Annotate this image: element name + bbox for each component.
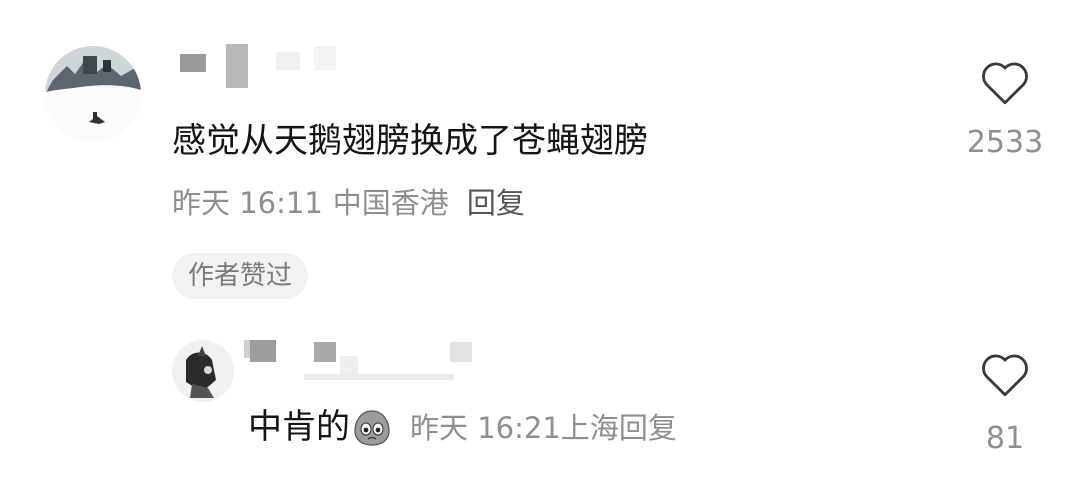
like-count: 2533 — [966, 125, 1044, 160]
heart-outline-icon[interactable] — [978, 350, 1032, 398]
comment-item: 中肯的 昨天 16:21上海回复 81 — [0, 320, 1080, 486]
comment-text: 感觉从天鹅翅膀换成了苍蝇翅膀 — [172, 121, 648, 161]
comment-location: 中国香港 — [332, 186, 449, 220]
heart-outline-icon[interactable] — [978, 58, 1032, 106]
avatar-image — [172, 340, 234, 402]
reply-content-row: 中肯的 昨天 16:21上海回复 — [248, 409, 677, 457]
avatar[interactable] — [172, 340, 234, 402]
comment-text: 中肯的 — [248, 407, 350, 447]
sob-face-emoji — [352, 409, 392, 451]
comment-time: 昨天 16:21 — [410, 411, 561, 445]
avatar-image — [45, 46, 141, 142]
comment-time: 昨天 16:11 — [172, 186, 323, 220]
comment-meta: 昨天 16:11 中国香港 回复 — [172, 189, 525, 218]
like-button[interactable]: 81 — [955, 350, 1055, 460]
avatar[interactable] — [45, 46, 141, 142]
like-count: 81 — [985, 421, 1025, 456]
like-button[interactable]: 2533 — [955, 58, 1055, 163]
comment-item: 感觉从天鹅翅膀换成了苍蝇翅膀 昨天 16:11 中国香港 回复 作者赞过 2533 — [0, 0, 1080, 320]
comment-location: 上海 — [560, 411, 619, 445]
reply-button[interactable]: 回复 — [467, 186, 525, 220]
reply-button[interactable]: 回复 — [619, 411, 677, 445]
username-redacted — [244, 338, 484, 384]
author-liked-badge: 作者赞过 — [172, 253, 309, 299]
username-redacted — [180, 44, 340, 90]
